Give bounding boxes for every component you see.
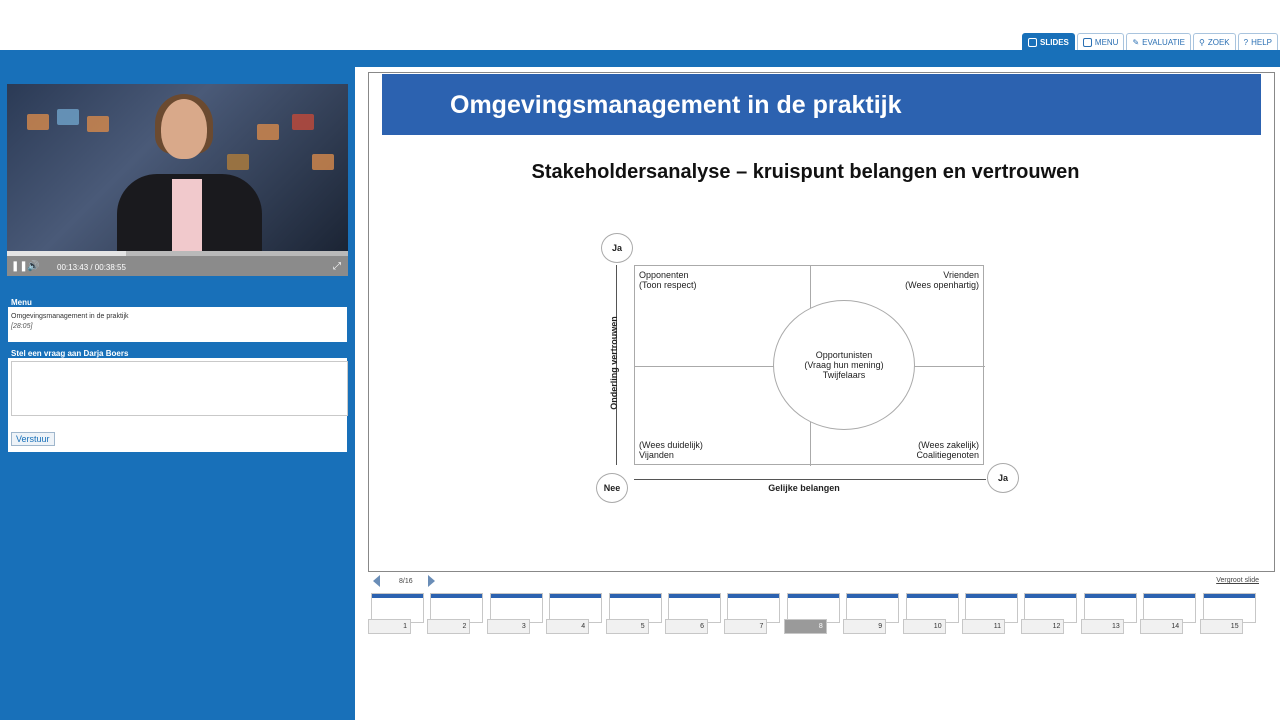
next-slide-icon[interactable]	[428, 575, 435, 587]
thumbnail-number: 4	[546, 619, 590, 634]
thumbnail-number: 5	[605, 619, 649, 634]
tab-help[interactable]: ? HELP	[1237, 33, 1278, 50]
thumbnail-number: 15	[1199, 619, 1243, 634]
menu-title: Menu	[8, 297, 347, 308]
thumbnail-number: 10	[902, 619, 946, 634]
thumbnail-number: 11	[962, 619, 1005, 634]
thumbnail-number: 12	[1021, 619, 1065, 634]
slide-view: Omgevingsmanagement in de praktijk Stake…	[368, 72, 1275, 572]
slide-thumbnail[interactable]: 13	[1080, 593, 1137, 635]
thumbnail-number: 2	[427, 619, 471, 634]
vertical-axis-label: Onderling vertrouwen	[609, 316, 619, 410]
bg-screen	[27, 114, 49, 130]
quadrant-vijanden: (Wees duidelijk) Vijanden	[639, 440, 703, 460]
volume-icon[interactable]: 🔊	[27, 261, 39, 272]
tab-bar: SLIDES MENU ✎ EVALUATIE ⚲ ZOEK ? HELP	[1022, 33, 1278, 50]
slide-nav: 8/16 Vergroot slide	[368, 575, 1275, 590]
slide-thumbnail[interactable]: 4	[546, 593, 603, 635]
slide-thumbnail[interactable]: 6	[665, 593, 721, 635]
pencil-icon: ✎	[1132, 37, 1140, 47]
send-button[interactable]: Verstuur	[11, 432, 55, 446]
cloud-nee: Nee	[596, 473, 628, 503]
progress-bar[interactable]	[7, 251, 348, 256]
quadrant-opponenten: Opponenten (Toon respect)	[639, 270, 697, 290]
enlarge-slide-link[interactable]: Vergroot slide	[1216, 577, 1259, 584]
time-display: 00:13:43 / 00:38:55	[57, 263, 126, 272]
slide-thumbnail[interactable]: 3	[486, 593, 543, 635]
horizontal-axis	[634, 479, 986, 480]
cloud-ja-right: Ja	[987, 463, 1019, 493]
quadrant-grid: Opponenten (Toon respect) Vrienden (Wees o…	[634, 265, 985, 466]
tab-zoek[interactable]: ⚲ ZOEK	[1193, 33, 1236, 50]
menu-icon	[1082, 37, 1092, 47]
header-bar	[0, 50, 1280, 67]
thumbnail-number: 13	[1080, 619, 1124, 634]
stakeholder-diagram: Opponenten (Toon respect) Vrienden (Wees o…	[596, 233, 1029, 523]
bg-screen	[312, 154, 334, 170]
slide-thumbnail[interactable]: 5	[605, 593, 662, 635]
slide-counter: 8/16	[399, 578, 413, 585]
top-bar: SLIDES MENU ✎ EVALUATIE ⚲ ZOEK ? HELP	[0, 0, 1280, 50]
thumbnail-strip: 1 2 3 4 5 6 7 8 9 10 11 12 13 14 15	[368, 593, 1273, 635]
quadrant-coalitiegenoten: (Wees zakelijk) Coalitiegenoten	[916, 440, 979, 460]
tab-evaluatie[interactable]: ✎ EVALUATIE	[1126, 33, 1191, 50]
slide-thumbnail[interactable]: 8	[783, 593, 840, 635]
slide-thumbnail[interactable]: 10	[902, 593, 959, 635]
question-panel: Stel een vraag aan Darja Boers Verstuur	[7, 347, 348, 453]
slide-thumbnail[interactable]: 2	[427, 593, 484, 635]
slides-icon	[1028, 37, 1037, 47]
center-circle: Opportunisten (Vraag hun mening) Twijfelaa…	[773, 300, 915, 430]
question-input[interactable]	[11, 361, 348, 416]
slide-thumbnail[interactable]: 14	[1140, 593, 1197, 635]
thumbnail-number: 1	[368, 619, 411, 634]
horizontal-axis-label: Gelijke belangen	[768, 483, 840, 493]
thumbnail-number: 6	[665, 619, 708, 634]
progress-fill	[7, 251, 127, 256]
cloud-ja-top: Ja	[601, 233, 633, 263]
prev-slide-icon[interactable]	[373, 575, 380, 587]
video-player[interactable]	[7, 84, 348, 251]
slide-thumbnail[interactable]: 9	[843, 593, 900, 635]
slide-thumbnail[interactable]: 7	[724, 593, 781, 635]
slide-title: Omgevingsmanagement in de praktijk	[382, 74, 1261, 135]
menu-panel: Menu Omgevingsmanagement in de praktijk …	[7, 296, 348, 343]
thumbnail-number: 8	[783, 619, 827, 634]
bg-screen	[292, 114, 314, 130]
tab-slides[interactable]: SLIDES	[1022, 33, 1075, 50]
slide-subtitle: Stakeholdersanalyse – kruispunt belangen…	[531, 161, 1080, 183]
video-controls: ❚❚ 🔊 00:13:43 / 00:38:55 ⤢	[7, 251, 348, 276]
thumbnail-number: 3	[486, 619, 530, 634]
presenter	[117, 94, 262, 251]
fullscreen-icon[interactable]: ⤢	[333, 261, 341, 272]
slide-thumbnail[interactable]: 1	[368, 593, 424, 635]
menu-item[interactable]: Omgevingsmanagement in de praktijk	[8, 308, 347, 320]
slide-thumbnail[interactable]: 12	[1021, 593, 1078, 635]
thumbnail-number: 14	[1140, 619, 1184, 634]
pause-icon[interactable]: ❚❚	[11, 261, 28, 272]
slide-thumbnail[interactable]: 15	[1199, 593, 1256, 635]
slide-thumbnail[interactable]: 11	[962, 593, 1018, 635]
quadrant-vrienden: Vrienden (Wees openhartig)	[905, 270, 979, 290]
thumbnail-number: 9	[843, 619, 887, 634]
tab-menu[interactable]: MENU	[1076, 33, 1125, 50]
bg-screen	[57, 109, 79, 125]
search-icon: ⚲	[1199, 37, 1205, 47]
bg-screen	[87, 116, 109, 132]
help-icon: ?	[1243, 37, 1249, 47]
thumbnail-number: 7	[724, 619, 768, 634]
question-title: Stel een vraag aan Darja Boers	[8, 348, 347, 359]
menu-duration: [28:05]	[11, 323, 33, 330]
